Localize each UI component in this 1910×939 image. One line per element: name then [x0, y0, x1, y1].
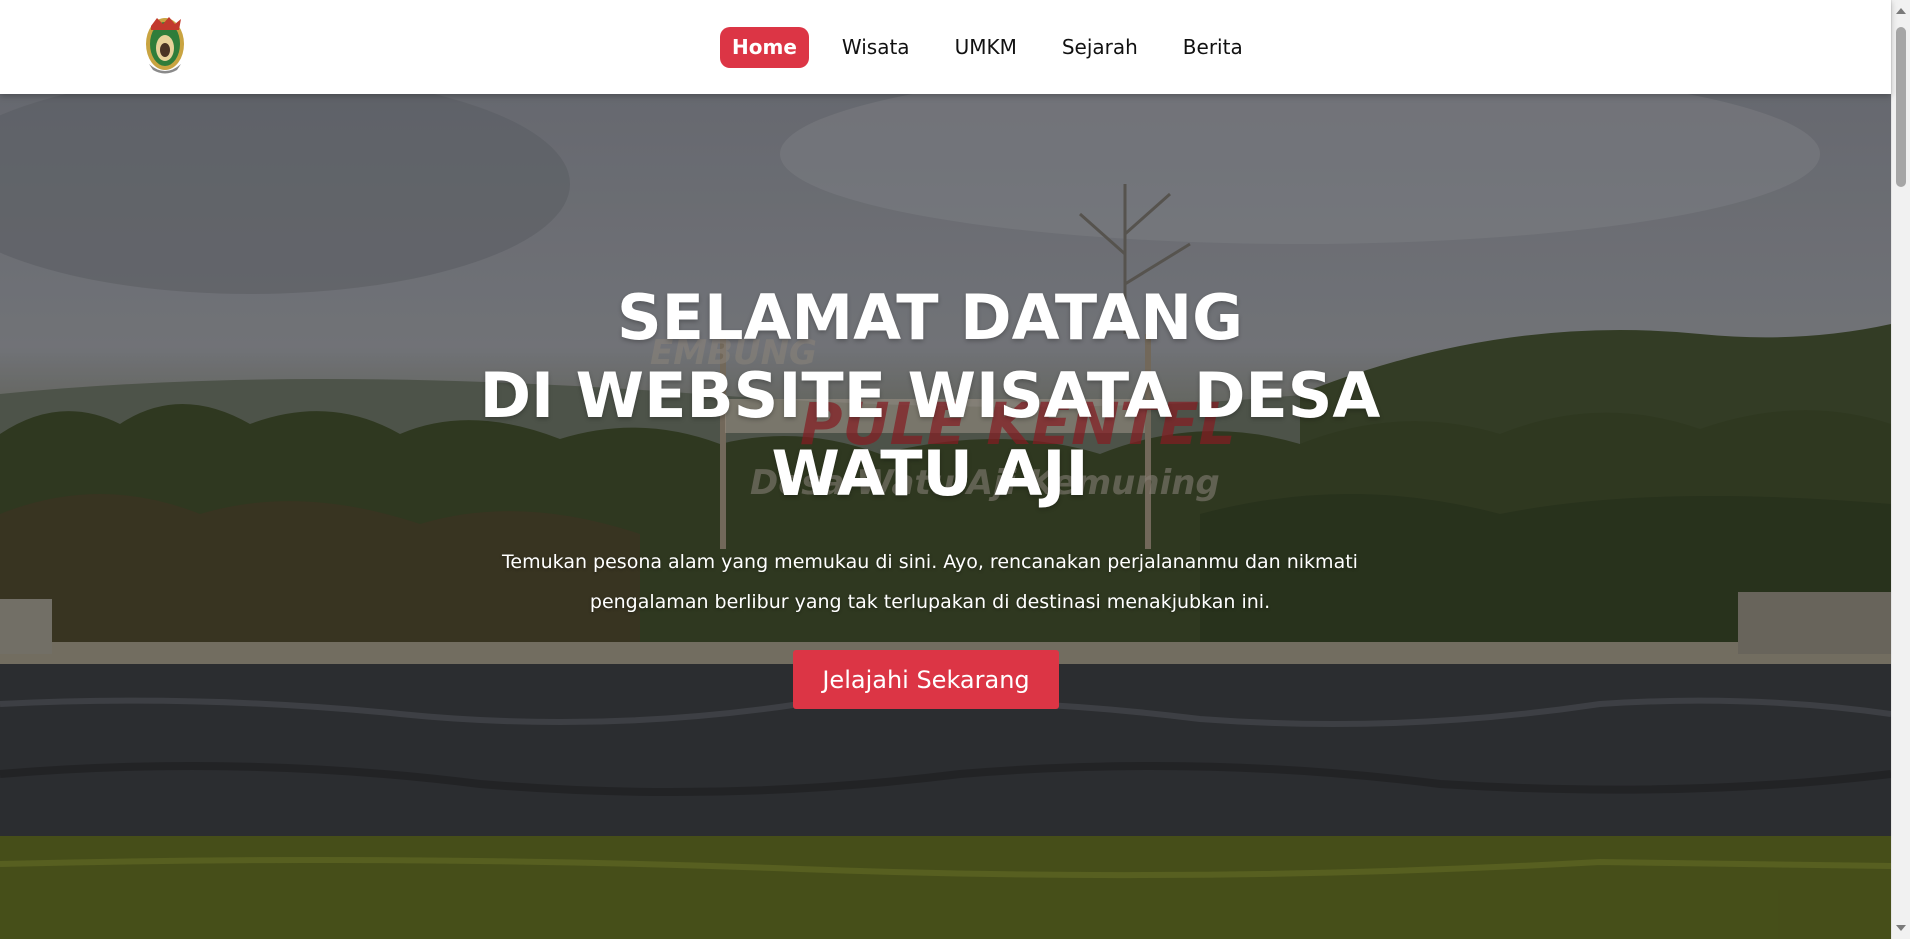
scroll-down-arrow-icon[interactable]	[1896, 925, 1906, 931]
hero-title-line-2: DI WEBSITE WISATA DESA	[479, 359, 1381, 432]
explore-now-button[interactable]: Jelajahi Sekarang	[793, 650, 1059, 709]
nav-item-umkm[interactable]: UMKM	[943, 27, 1029, 68]
page: Home Wisata UMKM Sejarah Berita EMBUNG P…	[0, 0, 1910, 939]
hero-title: SELAMAT DATANG DI WEBSITE WISATA DESA WA…	[0, 279, 1860, 513]
nav-item-sejarah[interactable]: Sejarah	[1050, 27, 1150, 68]
hero-subtitle: Temukan pesona alam yang memukau di sini…	[502, 551, 1358, 613]
scrollbar-thumb[interactable]	[1896, 27, 1906, 187]
page-scrollbar[interactable]	[1891, 0, 1910, 939]
scroll-up-arrow-icon[interactable]	[1896, 8, 1906, 14]
hero-dark-overlay	[0, 94, 1891, 939]
navbar: Home Wisata UMKM Sejarah Berita	[0, 0, 1891, 94]
main-nav: Home Wisata UMKM Sejarah Berita	[720, 27, 1276, 68]
village-emblem-logo-icon[interactable]	[141, 14, 189, 78]
hero-title-line-3: WATU AJI	[771, 437, 1089, 510]
hero-title-line-1: SELAMAT DATANG	[616, 281, 1244, 354]
nav-item-berita[interactable]: Berita	[1171, 27, 1255, 68]
nav-item-wisata[interactable]: Wisata	[830, 27, 922, 68]
hero-section: EMBUNG PULE KENTEL Desa Watu Aji Kemunin…	[0, 94, 1891, 939]
nav-item-home[interactable]: Home	[720, 27, 809, 68]
